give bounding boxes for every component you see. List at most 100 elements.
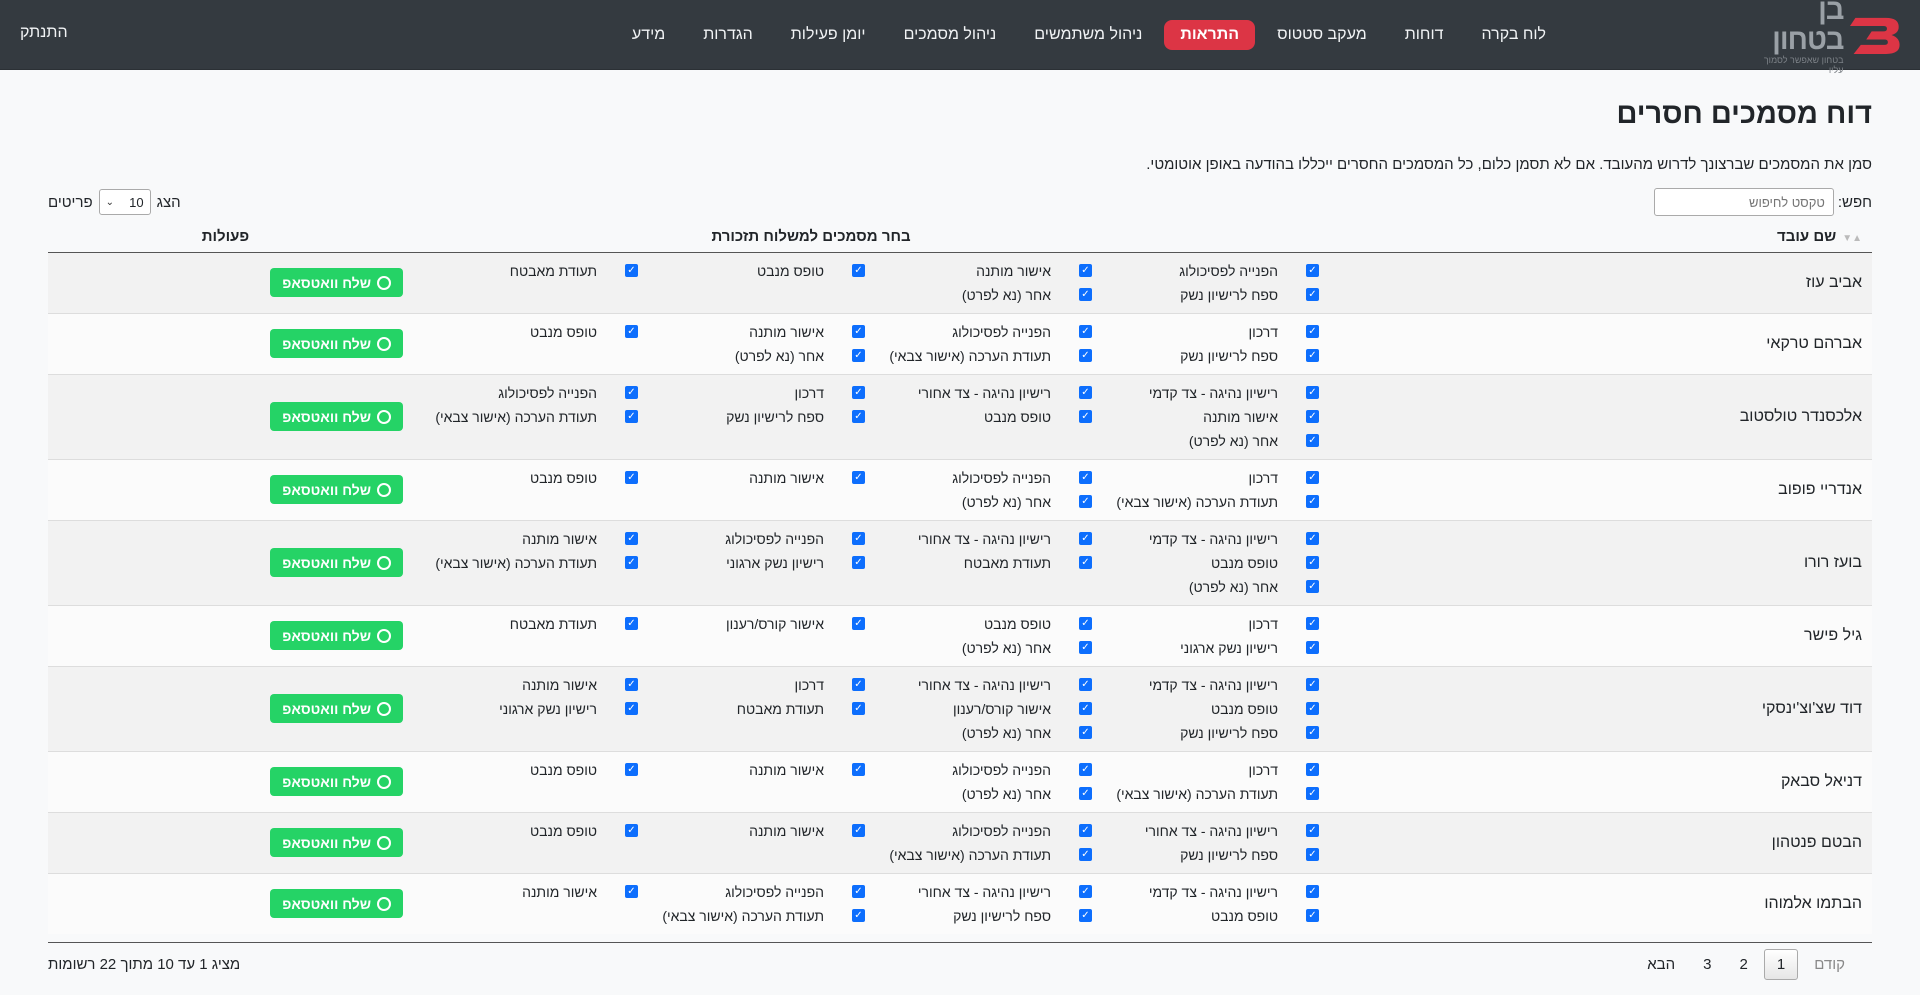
document-checkbox[interactable]: ✓ [1079,471,1092,484]
document-checkbox[interactable]: ✓ [1079,885,1092,898]
document-option[interactable]: ✓ אחר (נא לפרט) [1092,429,1319,453]
nav-item-reports[interactable]: דוחות [1389,20,1460,50]
document-checkbox[interactable]: ✓ [1306,495,1319,508]
document-option[interactable]: ✓ תעודת הערכה (אישור צבאי) [865,843,1092,867]
document-option[interactable]: ✓ דרכון [638,673,865,697]
document-checkbox[interactable]: ✓ [1079,288,1092,301]
send-whatsapp-button[interactable]: שלח וואטסאפ [270,475,403,504]
document-checkbox[interactable]: ✓ [1079,495,1092,508]
document-checkbox[interactable]: ✓ [625,617,638,630]
document-checkbox[interactable]: ✓ [1306,702,1319,715]
document-checkbox[interactable]: ✓ [852,678,865,691]
company-logo[interactable]: בן בטחון בטחון שאפשר לסמוך עליו [1750,0,1900,75]
document-option[interactable]: ✓ אישור קורס/רענון [638,612,865,636]
nav-item-status-tracking[interactable]: מעקב סטטוס [1261,20,1383,50]
document-option[interactable]: ✓ רישיון נשק ארגוני [638,551,865,575]
search-input[interactable] [1653,188,1834,216]
document-option[interactable]: ✓ אישור מותנה [638,819,865,843]
nav-item-alerts[interactable]: התראות [1164,20,1256,50]
document-checkbox[interactable]: ✓ [1079,787,1092,800]
send-whatsapp-button[interactable]: שלח וואטסאפ [270,889,403,918]
document-checkbox[interactable]: ✓ [1306,556,1319,569]
document-option[interactable]: ✓ טופס מנבט [1092,904,1319,928]
document-option[interactable]: ✓ תעודת הערכה (אישור צבאי) [638,904,865,928]
nav-item-settings[interactable]: הגדרות [687,20,769,50]
document-checkbox[interactable]: ✓ [1079,617,1092,630]
document-checkbox[interactable]: ✓ [1079,726,1092,739]
document-checkbox[interactable]: ✓ [1079,763,1092,776]
document-option[interactable]: ✓ רישיון נהיגה - צד אחורי [865,673,1092,697]
document-option[interactable]: ✓ הפנייה לפסיכולוג [1092,259,1319,283]
document-option[interactable]: ✓ רישיון נהיגה - צד קדמי [1092,673,1319,697]
document-checkbox[interactable]: ✓ [1306,386,1319,399]
document-option[interactable]: ✓ תעודת מאבטח [411,259,638,283]
document-checkbox[interactable]: ✓ [852,325,865,338]
document-option[interactable]: ✓ אחר (נא לפרט) [865,283,1092,307]
document-option[interactable]: ✓ אחר (נא לפרט) [865,636,1092,660]
document-checkbox[interactable]: ✓ [1306,325,1319,338]
document-option[interactable]: ✓ אישור מותנה [411,673,638,697]
document-checkbox[interactable]: ✓ [625,556,638,569]
send-whatsapp-button[interactable]: שלח וואטסאפ [270,694,403,723]
pagination-page-3[interactable]: 3 [1691,950,1723,979]
document-checkbox[interactable]: ✓ [1306,410,1319,423]
pagination-page-1[interactable]: 1 [1763,948,1799,980]
document-checkbox[interactable]: ✓ [1306,349,1319,362]
document-option[interactable]: ✓ טופס מנבט [1092,697,1319,721]
document-checkbox[interactable]: ✓ [1306,726,1319,739]
document-option[interactable]: ✓ אישור מותנה [865,259,1092,283]
document-checkbox[interactable]: ✓ [625,763,638,776]
document-option[interactable]: ✓ רישיון נהיגה - צד אחורי [865,381,1092,405]
document-checkbox[interactable]: ✓ [625,386,638,399]
header-employee-name[interactable]: ▲▼ שם עובד [1319,222,1872,253]
document-option[interactable]: ✓ טופס מנבט [638,259,865,283]
send-whatsapp-button[interactable]: שלח וואטסאפ [270,402,403,431]
document-checkbox[interactable]: ✓ [852,824,865,837]
document-option[interactable]: ✓ תעודת מאבטח [411,612,638,636]
document-checkbox[interactable]: ✓ [1079,824,1092,837]
document-checkbox[interactable]: ✓ [1306,532,1319,545]
document-checkbox[interactable]: ✓ [1079,325,1092,338]
document-option[interactable]: ✓ אישור מותנה [411,880,638,904]
document-checkbox[interactable]: ✓ [625,325,638,338]
document-checkbox[interactable]: ✓ [1306,824,1319,837]
send-whatsapp-button[interactable]: שלח וואטסאפ [270,268,403,297]
document-checkbox[interactable]: ✓ [625,702,638,715]
page-length-select[interactable]: 10 ⌄ [98,189,151,215]
document-option[interactable]: ✓ הפנייה לפסיכולוג [865,758,1092,782]
document-option[interactable]: ✓ רישיון נשק ארגוני [411,697,638,721]
document-option[interactable]: ✓ טופס מנבט [1092,551,1319,575]
document-checkbox[interactable]: ✓ [852,885,865,898]
document-checkbox[interactable]: ✓ [1079,264,1092,277]
send-whatsapp-button[interactable]: שלח וואטסאפ [270,828,403,857]
document-option[interactable]: ✓ רישיון נהיגה - צד קדמי [1092,381,1319,405]
document-checkbox[interactable]: ✓ [1306,580,1319,593]
document-option[interactable]: ✓ ספח לרישיון נשק [1092,721,1319,745]
document-option[interactable]: ✓ רישיון נהיגה - צד אחורי [1092,819,1319,843]
document-checkbox[interactable]: ✓ [625,264,638,277]
document-checkbox[interactable]: ✓ [852,386,865,399]
document-checkbox[interactable]: ✓ [852,909,865,922]
document-checkbox[interactable]: ✓ [1079,556,1092,569]
send-whatsapp-button[interactable]: שלח וואטסאפ [270,329,403,358]
document-checkbox[interactable]: ✓ [852,556,865,569]
document-checkbox[interactable]: ✓ [1306,787,1319,800]
document-checkbox[interactable]: ✓ [1306,678,1319,691]
document-checkbox[interactable]: ✓ [852,410,865,423]
document-checkbox[interactable]: ✓ [1306,471,1319,484]
document-option[interactable]: ✓ טופס מנבט [411,758,638,782]
document-option[interactable]: ✓ אישור מותנה [638,466,865,490]
document-option[interactable]: ✓ דרכון [1092,320,1319,344]
nav-item-dashboard[interactable]: לוח בקרה [1465,20,1562,50]
document-checkbox[interactable]: ✓ [1306,434,1319,447]
send-whatsapp-button[interactable]: שלח וואטסאפ [270,767,403,796]
document-checkbox[interactable]: ✓ [1306,641,1319,654]
document-option[interactable]: ✓ אחר (נא לפרט) [1092,575,1319,599]
document-checkbox[interactable]: ✓ [1079,702,1092,715]
document-option[interactable]: ✓ תעודת הערכה (אישור צבאי) [1092,782,1319,806]
pagination-prev[interactable]: קודם [1802,950,1857,979]
document-option[interactable]: ✓ דרכון [1092,466,1319,490]
document-option[interactable]: ✓ רישיון נהיגה - צד אחורי [865,880,1092,904]
document-option[interactable]: ✓ טופס מנבט [411,819,638,843]
document-checkbox[interactable]: ✓ [1306,885,1319,898]
